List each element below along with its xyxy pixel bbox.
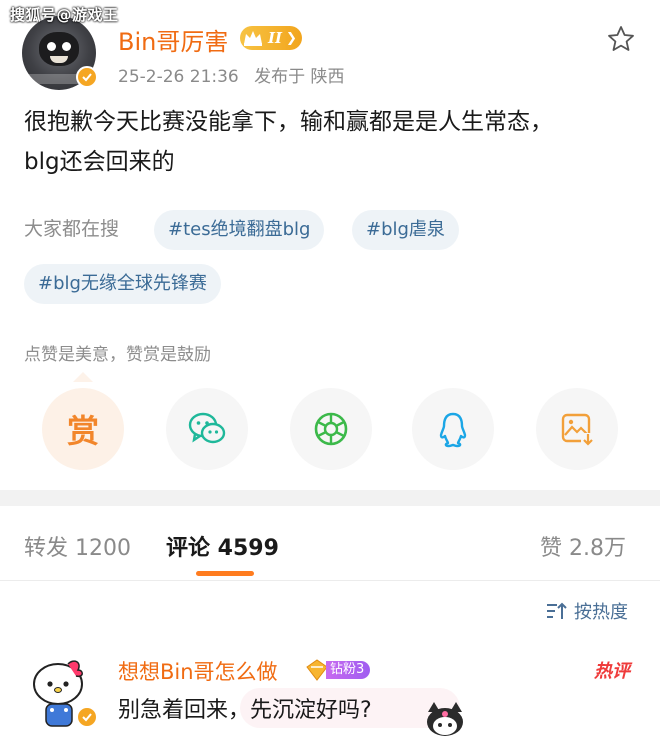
wechat-icon [188, 412, 226, 444]
chevron-right-icon: ❯ [286, 30, 297, 46]
verified-icon [76, 706, 98, 728]
level-text: II [268, 29, 283, 47]
post-location: 发布于 陕西 [254, 67, 345, 87]
tab-likes[interactable]: 赞 2.8万 [540, 530, 626, 562]
save-image-button[interactable] [536, 388, 618, 470]
post-meta: 25-2-26 21:36 发布于 陕西 [118, 62, 345, 87]
active-tab-indicator [196, 571, 254, 576]
commenter-name[interactable]: 想想Bin哥怎么做 [118, 656, 278, 686]
tab-comments[interactable]: 评论 4599 [166, 530, 279, 562]
hint-caret [73, 372, 93, 382]
qq-icon [439, 412, 467, 448]
sort-icon [547, 602, 567, 619]
sort-label: 按热度 [574, 602, 628, 623]
comment-text: 别急着回来，先沉淀好吗? [118, 698, 372, 723]
share-wechat-button[interactable] [166, 388, 248, 470]
avatar-eye [62, 42, 71, 51]
post-date: 25-2-26 21:36 [118, 67, 239, 87]
favorite-star-icon[interactable] [606, 24, 636, 54]
level-badge[interactable]: II ❯ [240, 26, 302, 50]
search-label: 大家都在搜 [24, 218, 120, 240]
author-name[interactable]: Bin哥厉害 [118, 22, 228, 57]
sort-by-hot-button[interactable]: 按热度 [546, 598, 628, 624]
crown-icon [240, 26, 266, 50]
search-tag[interactable]: #blg无缘全球先锋赛 [24, 264, 221, 304]
watermark-text: 搜狐号@游戏王 [10, 6, 119, 24]
share-moments-button[interactable] [290, 388, 372, 470]
post-content: 很抱歉今天比赛没能拿下，输和赢都是是人生常态， blg还会回来的 [24, 102, 644, 182]
fan-badge[interactable]: 钻粉3 [304, 659, 371, 681]
reward-icon: 赏 [66, 412, 99, 450]
post-content-line: blg还会回来的 [24, 149, 175, 175]
tab-repost[interactable]: 转发 1200 [24, 530, 131, 562]
fan-badge-text: 钻粉3 [326, 661, 371, 679]
section-divider [0, 490, 660, 506]
reward-hint: 点赞是美意，赞赏是鼓励 [24, 345, 211, 365]
verified-icon [76, 66, 98, 88]
share-qq-button[interactable] [412, 388, 494, 470]
save-image-icon [561, 413, 595, 447]
moments-icon [314, 412, 348, 446]
hot-comment-tag: 热评 [594, 661, 630, 682]
search-tag[interactable]: #tes绝境翻盘blg [154, 210, 325, 250]
post-content-line: 很抱歉今天比赛没能拿下，输和赢都是是人生常态， [24, 109, 553, 135]
reward-button[interactable]: 赏 [42, 388, 124, 470]
avatar-eye [47, 42, 56, 51]
kuromi-sticker-icon [427, 702, 463, 736]
tab-border [0, 580, 660, 581]
search-tag[interactable]: #blg虐泉 [352, 210, 459, 250]
